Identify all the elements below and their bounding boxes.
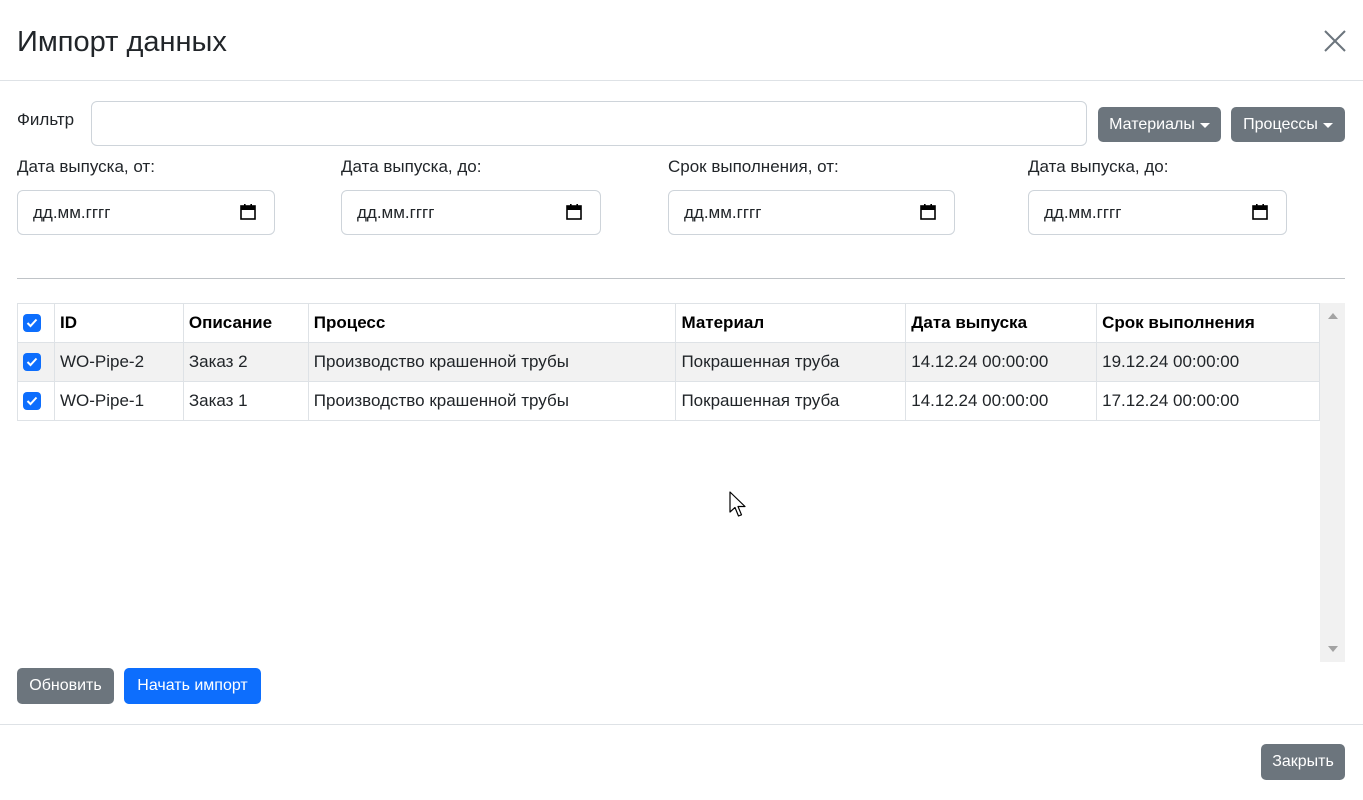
orders-table-container: ID Описание Процесс Материал Дата выпуск… bbox=[17, 303, 1345, 662]
processes-button-label: Процессы bbox=[1243, 115, 1318, 133]
table-scrollbar[interactable] bbox=[1320, 303, 1345, 662]
cell-release-date: 14.12.24 00:00:00 bbox=[905, 381, 1098, 421]
scroll-down-arrow-icon[interactable] bbox=[1328, 646, 1338, 652]
orders-table: ID Описание Процесс Материал Дата выпуск… bbox=[17, 303, 1320, 421]
cell-due-date: 17.12.24 00:00:00 bbox=[1096, 381, 1320, 421]
row-select-cell bbox=[17, 381, 55, 421]
caret-down-icon bbox=[1322, 122, 1333, 128]
cell-material: Покрашенная труба bbox=[675, 342, 907, 382]
calendar-icon[interactable] bbox=[566, 204, 582, 220]
due-date-from-label: Срок выполнения, от: bbox=[668, 157, 839, 176]
mouse-pointer-icon bbox=[729, 491, 746, 517]
select-all-checkbox[interactable] bbox=[23, 314, 41, 332]
calendar-icon[interactable] bbox=[1252, 204, 1268, 220]
date-placeholder: дд.мм.гггг bbox=[684, 203, 762, 222]
date-placeholder: дд.мм.гггг bbox=[357, 203, 435, 222]
cell-description: Заказ 1 bbox=[182, 381, 309, 421]
scroll-up-arrow-icon[interactable] bbox=[1328, 313, 1338, 319]
row-checkbox[interactable] bbox=[23, 353, 41, 371]
caret-down-icon bbox=[1199, 122, 1210, 128]
refresh-button[interactable]: Обновить bbox=[17, 668, 114, 704]
materials-button-label: Материалы bbox=[1109, 115, 1195, 133]
filter-label: Фильтр bbox=[17, 110, 75, 129]
date-placeholder: дд.мм.гггг bbox=[33, 203, 111, 222]
filter-input[interactable] bbox=[91, 101, 1087, 146]
release-date-from-input[interactable]: дд.мм.гггг bbox=[17, 190, 275, 235]
row-checkbox[interactable] bbox=[23, 392, 41, 410]
cell-process: Производство крашенной трубы bbox=[307, 381, 677, 421]
table-header-row: ID Описание Процесс Материал Дата выпуск… bbox=[17, 303, 1320, 343]
release-date-from-label: Дата выпуска, от: bbox=[17, 157, 155, 176]
dialog-footer bbox=[0, 724, 1363, 800]
cell-process: Производство крашенной трубы bbox=[307, 342, 677, 382]
calendar-icon[interactable] bbox=[240, 204, 256, 220]
materials-dropdown-button[interactable]: Материалы bbox=[1098, 107, 1221, 142]
dialog-header: Импорт данных bbox=[0, 0, 1363, 81]
release-date-to-input-2[interactable]: дд.мм.гггг bbox=[1028, 190, 1287, 235]
column-header-description[interactable]: Описание bbox=[182, 303, 309, 343]
cell-description: Заказ 2 bbox=[182, 342, 309, 382]
due-date-from-input[interactable]: дд.мм.гггг bbox=[668, 190, 955, 235]
cell-release-date: 14.12.24 00:00:00 bbox=[905, 342, 1098, 382]
cell-due-date: 19.12.24 00:00:00 bbox=[1096, 342, 1320, 382]
close-icon[interactable] bbox=[1322, 28, 1348, 54]
column-header-id[interactable]: ID bbox=[53, 303, 184, 343]
cell-id: WO-Pipe-1 bbox=[53, 381, 184, 421]
release-date-to-input[interactable]: дд.мм.гггг bbox=[341, 190, 601, 235]
select-all-cell bbox=[17, 303, 55, 343]
divider bbox=[17, 278, 1345, 279]
processes-dropdown-button[interactable]: Процессы bbox=[1231, 107, 1345, 142]
release-date-to-label: Дата выпуска, до: bbox=[341, 157, 482, 176]
date-placeholder: дд.мм.гггг bbox=[1044, 203, 1122, 222]
start-import-button[interactable]: Начать импорт bbox=[124, 668, 261, 704]
table-row[interactable]: WO-Pipe-2 Заказ 2 Производство крашенной… bbox=[17, 342, 1320, 382]
import-dialog: Импорт данных Фильтр Материалы Процессы … bbox=[0, 0, 1363, 799]
dialog-title: Импорт данных bbox=[17, 26, 227, 58]
column-header-due-date[interactable]: Срок выполнения bbox=[1096, 303, 1320, 343]
cell-material: Покрашенная труба bbox=[675, 381, 907, 421]
row-select-cell bbox=[17, 342, 55, 382]
column-header-process[interactable]: Процесс bbox=[307, 303, 677, 343]
release-date-to-label-2: Дата выпуска, до: bbox=[1028, 157, 1169, 176]
table-row[interactable]: WO-Pipe-1 Заказ 1 Производство крашенной… bbox=[17, 381, 1320, 421]
column-header-material[interactable]: Материал bbox=[675, 303, 907, 343]
close-button[interactable]: Закрыть bbox=[1261, 744, 1345, 780]
calendar-icon[interactable] bbox=[920, 204, 936, 220]
cell-id: WO-Pipe-2 bbox=[53, 342, 184, 382]
column-header-release-date[interactable]: Дата выпуска bbox=[905, 303, 1098, 343]
